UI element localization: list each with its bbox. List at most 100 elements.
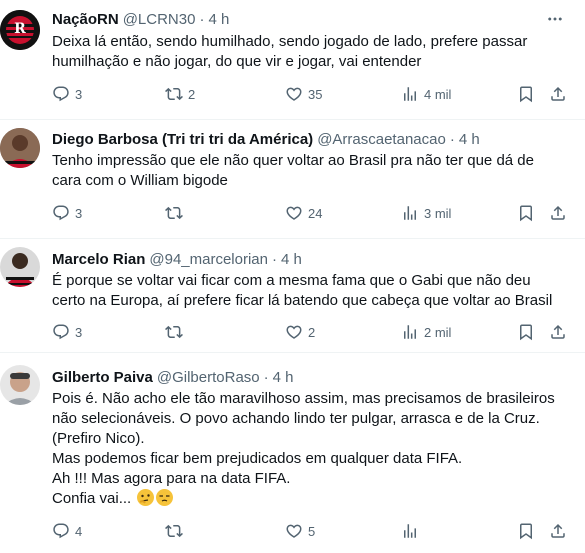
bookmark-button[interactable] bbox=[517, 322, 535, 342]
like-count: 24 bbox=[308, 205, 323, 221]
avatar[interactable] bbox=[0, 247, 40, 287]
tweet-text: É porque se voltar vai ficar com a mesma… bbox=[52, 271, 552, 311]
retweet-button[interactable]: 2 bbox=[165, 84, 195, 104]
tweet-text: Pois é. Não acho ele tão maravilhoso ass… bbox=[52, 389, 555, 509]
views-icon bbox=[401, 85, 419, 103]
reply-count: 3 bbox=[75, 86, 83, 102]
share-icon bbox=[549, 522, 567, 540]
tweet-item[interactable]: Gilberto Paiva @GilbertoRaso · 4 h Pois … bbox=[0, 353, 585, 553]
like-count: 5 bbox=[308, 523, 316, 539]
author-handle[interactable]: @GilbertoRaso bbox=[157, 369, 260, 386]
views-button[interactable] bbox=[401, 521, 424, 541]
tweet-item[interactable]: Marcelo Rian @94_marcelorian · 4 h É por… bbox=[0, 239, 585, 353]
timestamp[interactable]: 4 h bbox=[459, 131, 480, 148]
timestamp[interactable]: 4 h bbox=[208, 11, 229, 28]
retweet-button[interactable] bbox=[165, 521, 188, 541]
author-name[interactable]: Gilberto Paiva bbox=[52, 369, 153, 386]
tweet-item[interactable]: Diego Barbosa (Tri tri tri da América) @… bbox=[0, 120, 585, 239]
more-icon bbox=[546, 10, 564, 28]
bookmark-icon bbox=[517, 85, 535, 103]
share-button[interactable] bbox=[549, 84, 567, 104]
retweet-count: 2 bbox=[188, 86, 196, 102]
views-button[interactable]: 3 mil bbox=[401, 203, 451, 223]
reply-icon bbox=[52, 204, 70, 222]
tweet-header: Marcelo Rian @94_marcelorian · 4 h bbox=[52, 249, 302, 269]
author-name[interactable]: NaçãoRN bbox=[52, 11, 119, 28]
reply-button[interactable]: 3 bbox=[52, 322, 82, 342]
share-button[interactable] bbox=[549, 322, 567, 342]
reply-thread: R NaçãoRN @LCRN30 · 4 h Deixa lá então, … bbox=[0, 0, 585, 553]
tweet-item[interactable]: R NaçãoRN @LCRN30 · 4 h Deixa lá então, … bbox=[0, 0, 585, 120]
tweet-header: Gilberto Paiva @GilbertoRaso · 4 h bbox=[52, 367, 294, 387]
share-button[interactable] bbox=[549, 203, 567, 223]
tweet-header: Diego Barbosa (Tri tri tri da América) @… bbox=[52, 129, 480, 149]
tweet-text-line: cara com o William bigode bbox=[52, 172, 228, 189]
reply-count: 3 bbox=[75, 205, 83, 221]
avatar[interactable]: R bbox=[0, 10, 40, 50]
retweet-icon bbox=[165, 522, 183, 540]
tweet-actions: 3 2 2 mil bbox=[52, 322, 572, 342]
views-button[interactable]: 2 mil bbox=[401, 322, 451, 342]
share-button[interactable] bbox=[549, 521, 567, 541]
share-icon bbox=[549, 85, 567, 103]
like-button[interactable]: 5 bbox=[285, 521, 315, 541]
share-icon bbox=[549, 204, 567, 222]
bookmark-button[interactable] bbox=[517, 521, 535, 541]
like-icon bbox=[285, 85, 303, 103]
views-icon bbox=[401, 204, 419, 222]
user-photo-icon bbox=[0, 128, 40, 168]
tweet-actions: 3 2 35 4 mil bbox=[52, 84, 572, 104]
views-button[interactable]: 4 mil bbox=[401, 84, 451, 104]
bookmark-icon bbox=[517, 323, 535, 341]
retweet-button[interactable] bbox=[165, 322, 188, 342]
reply-button[interactable]: 4 bbox=[52, 521, 82, 541]
user-photo-icon bbox=[0, 365, 40, 405]
tweet-text-line: certo na Europa, aí prefere ficar lá bat… bbox=[52, 292, 553, 309]
retweet-button[interactable] bbox=[165, 203, 188, 223]
like-button[interactable]: 24 bbox=[285, 203, 322, 223]
reply-button[interactable]: 3 bbox=[52, 203, 82, 223]
author-handle[interactable]: @LCRN30 bbox=[123, 11, 196, 28]
bookmark-button[interactable] bbox=[517, 84, 535, 104]
like-button[interactable]: 2 bbox=[285, 322, 315, 342]
tweet-text-line: não selecionáveis. O povo achando lindo … bbox=[52, 410, 540, 427]
author-name[interactable]: Diego Barbosa (Tri tri tri da América) bbox=[52, 131, 313, 148]
avatar[interactable] bbox=[0, 365, 40, 405]
separator-dot: · bbox=[199, 10, 205, 28]
separator-dot: · bbox=[272, 250, 277, 268]
share-icon bbox=[549, 323, 567, 341]
author-handle[interactable]: @Arrascaetanacao bbox=[317, 131, 446, 148]
bookmark-icon bbox=[517, 204, 535, 222]
author-handle[interactable]: @94_marcelorian bbox=[149, 251, 268, 268]
timestamp[interactable]: 4 h bbox=[281, 251, 302, 268]
like-button[interactable]: 35 bbox=[285, 84, 322, 104]
like-count: 2 bbox=[308, 324, 316, 340]
tweet-text-line: (Prefiro Nico). bbox=[52, 430, 145, 447]
views-icon bbox=[401, 323, 419, 341]
retweet-icon bbox=[165, 323, 183, 341]
separator-dot: · bbox=[263, 368, 269, 386]
svg-text:R: R bbox=[14, 21, 26, 37]
avatar[interactable] bbox=[0, 128, 40, 168]
tweet-text: Tenho impressão que ele não quer voltar … bbox=[52, 151, 534, 191]
tweet-text-segment: Confia vai... bbox=[52, 490, 132, 507]
like-icon bbox=[285, 204, 303, 222]
more-options-button[interactable] bbox=[545, 9, 565, 29]
tweet-text-line: Deixa lá então, sendo humilhado, sendo j… bbox=[52, 33, 528, 50]
tweet-header: NaçãoRN @LCRN30 · 4 h bbox=[52, 9, 229, 29]
author-name[interactable]: Marcelo Rian bbox=[52, 251, 145, 268]
tweet-text-line: Tenho impressão que ele não quer voltar … bbox=[52, 152, 534, 169]
separator-dot: · bbox=[449, 130, 455, 148]
reply-button[interactable]: 3 bbox=[52, 84, 82, 104]
thinking-face-emoji bbox=[137, 489, 155, 506]
views-icon bbox=[401, 522, 419, 540]
retweet-icon bbox=[165, 85, 183, 103]
reply-count: 3 bbox=[75, 324, 83, 340]
timestamp[interactable]: 4 h bbox=[273, 369, 294, 386]
views-count: 3 mil bbox=[424, 205, 452, 221]
like-icon bbox=[285, 522, 303, 540]
user-photo-icon bbox=[0, 247, 40, 287]
tweet-text-line: Ah !!! Mas agora para na data FIFA. bbox=[52, 470, 291, 487]
bookmark-button[interactable] bbox=[517, 203, 535, 223]
reply-icon bbox=[52, 323, 70, 341]
